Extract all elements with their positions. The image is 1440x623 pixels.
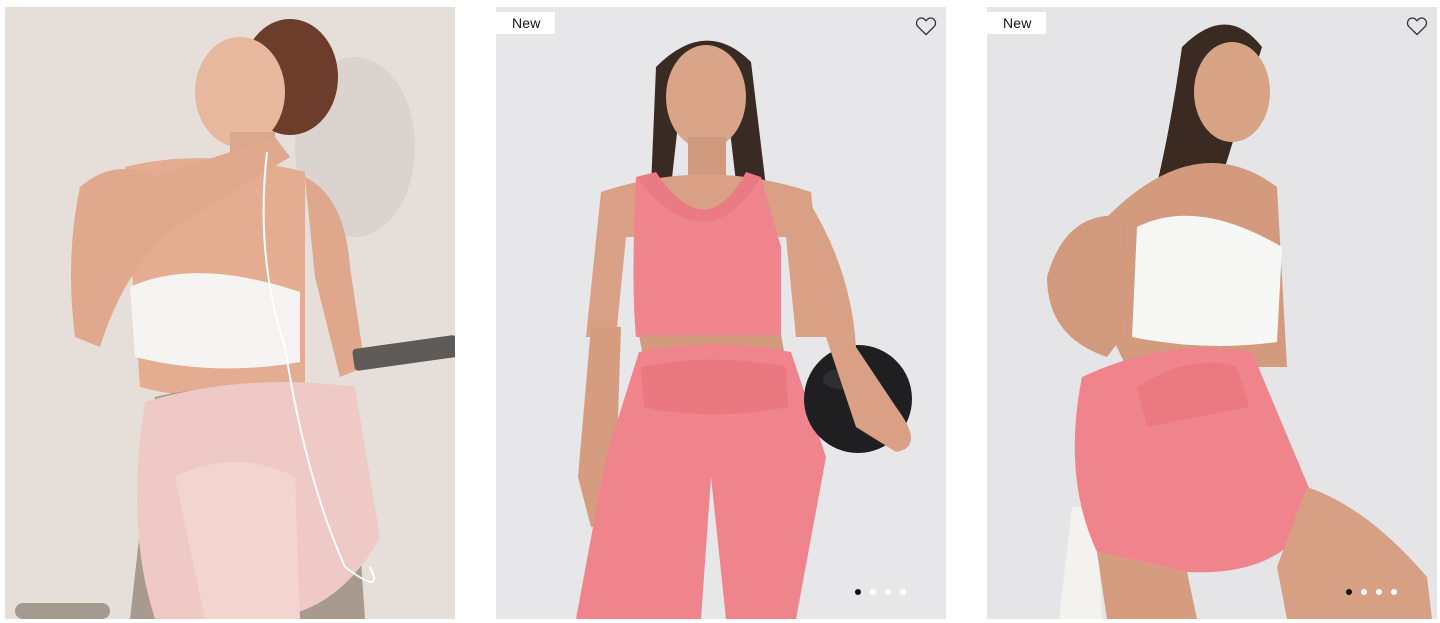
carousel-dots — [1346, 589, 1397, 595]
product-card-2[interactable]: New — [496, 7, 946, 619]
carousel-dot-2[interactable] — [870, 589, 876, 595]
carousel-dot-4[interactable] — [900, 589, 906, 595]
new-badge: New — [987, 12, 1046, 34]
carousel-dot-2[interactable] — [1361, 589, 1367, 595]
carousel-dot-3[interactable] — [1376, 589, 1382, 595]
product-card-3[interactable]: New — [987, 7, 1437, 619]
heart-outline-icon — [915, 17, 937, 36]
product-photo-3 — [987, 7, 1437, 619]
product-image-1[interactable] — [5, 7, 455, 619]
carousel-dot-1[interactable] — [1346, 589, 1352, 595]
product-image-3[interactable] — [987, 7, 1437, 619]
product-card-1[interactable] — [5, 7, 455, 619]
new-badge: New — [496, 12, 555, 34]
product-grid: New New — [0, 0, 1440, 623]
heart-outline-icon — [1406, 17, 1428, 36]
product-photo-1 — [5, 7, 455, 619]
carousel-dot-1[interactable] — [855, 589, 861, 595]
carousel-dots — [855, 589, 906, 595]
wishlist-button[interactable] — [915, 16, 937, 36]
product-image-2[interactable] — [496, 7, 946, 619]
wishlist-button[interactable] — [1406, 16, 1428, 36]
product-photo-2 — [496, 7, 946, 619]
carousel-dot-3[interactable] — [885, 589, 891, 595]
carousel-dot-4[interactable] — [1391, 589, 1397, 595]
